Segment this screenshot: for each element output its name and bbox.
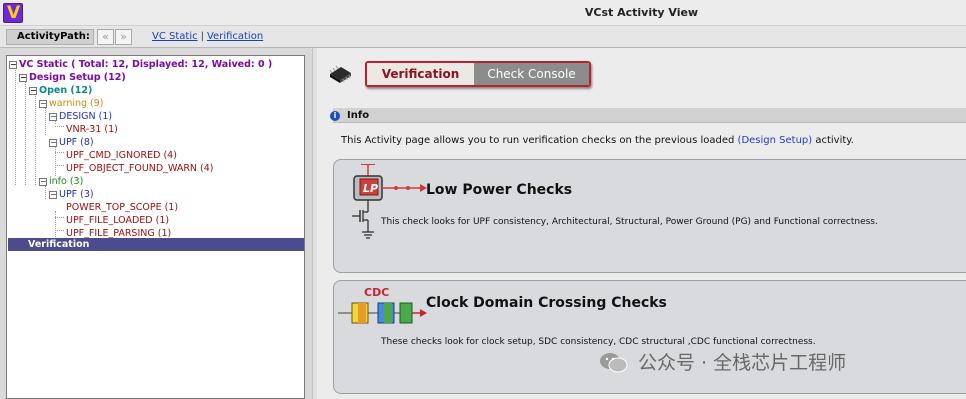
tree-node-info[interactable]: − info (3) <box>39 175 83 188</box>
info-text-end: activity. <box>812 135 854 146</box>
tree-node-upf-3[interactable]: − UPF (3) <box>49 188 94 201</box>
back-arrow-icon[interactable]: « <box>97 29 114 45</box>
low-power-checks-card[interactable]: LP Low Power Checks This check looks for… <box>333 159 966 273</box>
tree-node-open[interactable]: − Open (12) <box>29 84 92 97</box>
low-power-checks-description: This check looks for UPF consistency, Ar… <box>381 217 878 227</box>
activity-tree[interactable]: − VC Static ( Total: 12, Displayed: 12, W… <box>6 55 305 399</box>
cdc-checks-title: Clock Domain Crossing Checks <box>426 295 667 311</box>
tree-node-label: VC Static ( Total: 12, Displayed: 12, Wa… <box>19 59 273 70</box>
low-power-icon: LP <box>352 164 427 239</box>
info-icon: i <box>330 111 340 121</box>
collapse-icon[interactable]: − <box>19 74 27 82</box>
window-title: VCst Activity View <box>584 6 699 19</box>
design-setup-link[interactable]: (Design Setup) <box>738 135 813 146</box>
collapse-icon[interactable]: − <box>9 61 17 69</box>
tree-node-design-setup[interactable]: − Design Setup (12) <box>19 71 126 84</box>
watermark-text: 公众号 · 全栈芯片工程师 <box>638 352 847 374</box>
info-description: This Activity page allows you to run ver… <box>341 135 854 146</box>
tree-node-label: VNR-31 (1) <box>66 124 118 135</box>
forward-arrow-icon[interactable]: » <box>115 29 132 45</box>
tree-node-upf-object-found-warn[interactable]: UPF_OBJECT_FOUND_WARN (4) <box>66 162 214 175</box>
tree-node-vc-static[interactable]: − VC Static ( Total: 12, Displayed: 12, W… <box>9 58 272 71</box>
tree-node-label: Open (12) <box>39 85 93 96</box>
activity-path-label: ActivityPath: <box>6 29 94 45</box>
title-bar: V VCst Activity View <box>0 0 966 26</box>
collapse-icon[interactable]: − <box>39 100 47 108</box>
main-content: Verification Check Console Info i This A… <box>317 48 966 399</box>
tree-node-upf-cmd-ignored[interactable]: UPF_CMD_IGNORED (4) <box>66 149 177 162</box>
tree-node-label: DESIGN (1) <box>59 111 113 122</box>
info-header: Info <box>333 108 966 123</box>
cdc-badge: CDC <box>364 286 389 299</box>
tree-node-label: UPF (3) <box>59 189 94 200</box>
cdc-checks-description: These checks look for clock setup, SDC c… <box>381 337 816 347</box>
tree-node-label: UPF_OBJECT_FOUND_WARN (4) <box>66 163 214 174</box>
tree-node-label: UPF (8) <box>59 137 94 148</box>
left-panel: − VC Static ( Total: 12, Displayed: 12, W… <box>0 48 312 399</box>
verification-tab-group: Verification Check Console <box>365 61 591 87</box>
chip-icon <box>329 65 351 83</box>
cdc-icon: CDC <box>338 286 427 324</box>
tree-node-warning[interactable]: − warning (9) <box>39 97 104 110</box>
tree-node-label: UPF_FILE_LOADED (1) <box>66 215 170 226</box>
collapse-icon[interactable]: − <box>49 191 57 199</box>
tree-node-upf-8[interactable]: − UPF (8) <box>49 136 94 149</box>
info-text: This Activity page allows you to run ver… <box>341 135 738 146</box>
collapse-icon[interactable]: − <box>39 178 47 186</box>
breadcrumb-separator: | <box>200 31 204 42</box>
tree-node-label: Verification <box>28 239 90 250</box>
breadcrumb: VC Static | Verification <box>152 31 263 42</box>
low-power-checks-title: Low Power Checks <box>426 182 573 198</box>
collapse-icon[interactable]: − <box>49 113 57 121</box>
collapse-icon[interactable]: − <box>29 87 37 95</box>
tree-node-label: Design Setup (12) <box>29 72 126 83</box>
tree-node-upf-file-loaded[interactable]: UPF_FILE_LOADED (1) <box>66 214 169 227</box>
tab-check-console[interactable]: Check Console <box>474 63 589 85</box>
tab-verification[interactable]: Verification <box>367 63 474 85</box>
breadcrumb-verification[interactable]: Verification <box>207 31 263 42</box>
collapse-icon[interactable]: − <box>49 139 57 147</box>
lp-badge: LP <box>363 182 378 195</box>
tree-node-design[interactable]: − DESIGN (1) <box>49 110 112 123</box>
tree-node-label: UPF_CMD_IGNORED (4) <box>66 150 177 161</box>
cdc-checks-card[interactable]: CDC Clock Domain Crossing Checks These c… <box>333 280 966 394</box>
tree-node-label: warning (9) <box>49 98 104 109</box>
activity-path-bar: ActivityPath: « » VC Static | Verification <box>0 26 966 48</box>
tree-node-label: info (3) <box>49 176 84 187</box>
wechat-logo-icon <box>600 353 628 373</box>
tree-node-vnr-31[interactable]: VNR-31 (1) <box>66 123 118 136</box>
tree-node-verification[interactable]: Verification <box>8 238 304 251</box>
tree-node-power-top-scope[interactable]: POWER_TOP_SCOPE (1) <box>66 201 178 214</box>
tree-node-label: POWER_TOP_SCOPE (1) <box>66 202 179 213</box>
breadcrumb-vc-static[interactable]: VC Static <box>152 31 198 42</box>
